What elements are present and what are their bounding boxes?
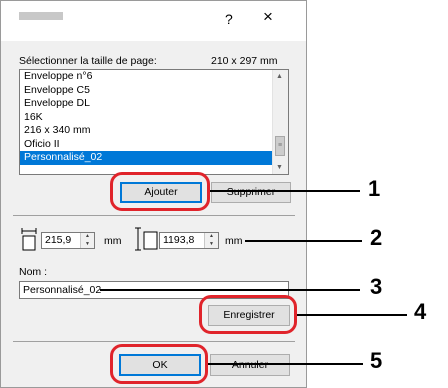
- list-item[interactable]: 16K: [20, 111, 288, 125]
- close-button[interactable]: ×: [263, 7, 273, 27]
- callout-line-2: [245, 240, 362, 242]
- list-item[interactable]: Enveloppe C5: [20, 84, 288, 98]
- highlight-ring-save: [199, 295, 297, 334]
- name-label: Nom :: [19, 266, 48, 278]
- list-item[interactable]: 216 x 340 mm: [20, 124, 288, 138]
- list-scrollbar[interactable]: ▲ ≡ ▼: [272, 70, 288, 174]
- callout-number-5: 5: [370, 348, 383, 373]
- callout-line-1: [210, 190, 360, 192]
- page-size-listbox[interactable]: Enveloppe n°6 Enveloppe C5 Enveloppe DL …: [19, 69, 289, 175]
- help-button[interactable]: ?: [225, 11, 233, 27]
- divider: [13, 341, 295, 342]
- list-item[interactable]: Enveloppe DL: [20, 97, 288, 111]
- callout-number-4: 4: [414, 299, 427, 324]
- scroll-up-icon[interactable]: ▲: [276, 73, 283, 80]
- height-arrow-icon: [135, 227, 158, 251]
- width-value[interactable]: 215,9: [45, 234, 71, 246]
- width-arrow-icon: [21, 228, 37, 251]
- height-value[interactable]: 1193,8: [163, 234, 194, 246]
- highlight-ring-ok: [110, 344, 208, 384]
- scroll-down-icon[interactable]: ▼: [276, 164, 283, 171]
- width-unit: mm: [104, 235, 122, 247]
- width-spinner[interactable]: 215,9 ▲ ▼: [41, 232, 95, 249]
- height-unit: mm: [225, 235, 243, 247]
- height-spinner[interactable]: 1193,8 ▲ ▼: [159, 232, 219, 249]
- callout-number-3: 3: [370, 274, 383, 299]
- callout-line-5: [208, 363, 363, 365]
- callout-line-3: [100, 289, 360, 291]
- callout-number-1: 1: [368, 176, 381, 201]
- list-item[interactable]: Enveloppe n°6: [20, 70, 288, 84]
- list-item[interactable]: Oficio II: [20, 138, 288, 152]
- divider: [13, 215, 295, 216]
- page-size-label: Sélectionner la taille de page:: [19, 55, 157, 67]
- callout-line-4: [297, 314, 407, 316]
- height-stepper-icon[interactable]: ▲ ▼: [204, 233, 218, 248]
- window-title-blurred: [19, 12, 63, 20]
- width-stepper-icon[interactable]: ▲ ▼: [80, 233, 94, 248]
- delete-button[interactable]: Supprimer: [211, 182, 291, 203]
- list-item-selected[interactable]: Personnalisé_02: [20, 151, 288, 165]
- page-size-value: 210 x 297 mm: [211, 55, 278, 67]
- callout-number-2: 2: [370, 225, 383, 250]
- cancel-button[interactable]: Annuler: [210, 354, 290, 376]
- highlight-ring-add: [110, 172, 210, 211]
- scroll-thumb[interactable]: ≡: [275, 136, 285, 156]
- title-bar: ? ×: [1, 1, 306, 41]
